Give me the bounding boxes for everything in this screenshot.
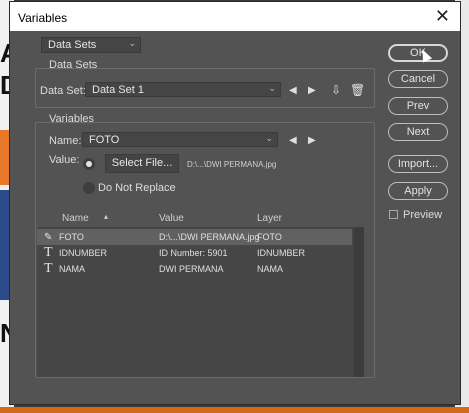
row-value: D:\...\DWI PERMANA.jpg <box>159 232 260 242</box>
table-row[interactable]: T NAMA DWI PERMANA NAMA <box>37 261 352 277</box>
data-sets-legend: Data Sets <box>49 59 98 71</box>
next-data-set-icon[interactable]: ▶ <box>308 85 316 96</box>
data-set-label: Data Set: <box>40 85 86 97</box>
next-button[interactable]: Next <box>388 123 448 141</box>
variables-dialog: Variables ✕ Data Sets ⌄ Data Sets Data S… <box>9 1 461 405</box>
row-name: FOTO <box>59 232 84 242</box>
variables-table: ✎ FOTO D:\...\DWI PERMANA.jpg FOTO T IDN… <box>37 227 364 377</box>
chevron-down-icon: ⌄ <box>265 133 273 143</box>
image-icon: ✎ <box>44 232 53 243</box>
preview-checkbox[interactable] <box>389 210 398 219</box>
row-name: IDNUMBER <box>59 248 108 258</box>
table-row[interactable]: T IDNUMBER ID Number: 5901 IDNUMBER <box>37 245 352 261</box>
do-not-replace-radio[interactable] <box>83 182 95 194</box>
text-icon: T <box>44 245 53 260</box>
preview-label: Preview <box>403 209 443 221</box>
variable-name-select[interactable]: FOTO ⌄ <box>82 132 278 147</box>
row-layer: NAMA <box>257 264 284 274</box>
select-file-button[interactable]: Select File... <box>105 154 179 173</box>
column-layer[interactable]: Layer <box>257 213 282 224</box>
mode-dropdown[interactable]: Data Sets ⌄ <box>41 37 141 53</box>
next-variable-icon[interactable]: ▶ <box>308 135 316 146</box>
row-value: ID Number: 5901 <box>159 248 228 258</box>
column-value[interactable]: Value <box>159 213 184 224</box>
delete-data-set-icon[interactable]: 🗑 <box>350 83 365 97</box>
mode-dropdown-value: Data Sets <box>48 39 97 51</box>
chevron-down-icon: ⌄ <box>268 83 276 93</box>
window-title: Variables <box>18 11 68 25</box>
table-scrollbar[interactable] <box>354 227 364 377</box>
variables-legend: Variables <box>49 113 95 125</box>
row-layer: FOTO <box>257 232 282 242</box>
row-value: DWI PERMANA <box>159 264 224 274</box>
file-path: D:\...\DWI PERMANA.jpg <box>187 160 277 169</box>
table-header: Name ▴ Value Layer <box>37 212 364 226</box>
close-icon[interactable]: ✕ <box>435 6 450 27</box>
cancel-button[interactable]: Cancel <box>388 70 448 88</box>
text-icon: T <box>44 261 53 276</box>
save-data-set-icon[interactable]: ⇩ <box>331 83 341 97</box>
data-set-select[interactable]: Data Set 1 ⌄ <box>85 82 281 97</box>
row-layer: IDNUMBER <box>257 248 306 258</box>
previous-data-set-icon[interactable]: ◀ <box>289 85 297 96</box>
variable-name-value: FOTO <box>89 134 120 146</box>
apply-button[interactable]: Apply <box>388 182 448 200</box>
table-row[interactable]: ✎ FOTO D:\...\DWI PERMANA.jpg FOTO <box>37 229 352 245</box>
data-set-value: Data Set 1 <box>92 84 144 96</box>
prev-button[interactable]: Prev <box>388 97 448 115</box>
sort-ascending-icon: ▴ <box>104 212 109 221</box>
chevron-down-icon: ⌄ <box>128 38 136 48</box>
previous-variable-icon[interactable]: ◀ <box>289 135 297 146</box>
name-label: Name: <box>49 135 82 147</box>
replace-radio[interactable] <box>83 158 95 170</box>
row-name: NAMA <box>59 264 86 274</box>
title-bar: Variables ✕ <box>10 2 460 31</box>
do-not-replace-label: Do Not Replace <box>98 182 176 194</box>
value-label: Value: <box>49 154 80 166</box>
import-button[interactable]: Import... <box>388 155 448 173</box>
canvas-background-bottom <box>0 407 469 413</box>
column-name[interactable]: Name <box>62 213 89 224</box>
